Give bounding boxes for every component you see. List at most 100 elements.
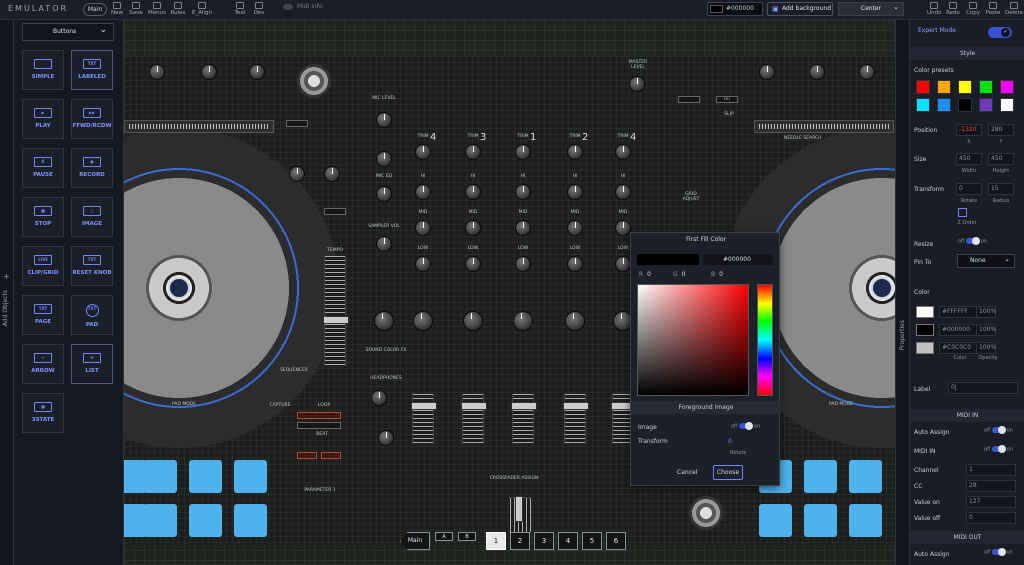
height-input[interactable]: 450 [988, 153, 1014, 165]
performance-pad[interactable] [144, 504, 177, 537]
palette-tile-labeled[interactable]: TXT LABELED [71, 50, 113, 90]
color-preset-swatch[interactable] [1000, 80, 1014, 94]
mic1-knob[interactable] [376, 112, 392, 128]
expert-mode-toggle[interactable] [988, 27, 1012, 38]
cc-input[interactable]: 28 [966, 480, 1016, 492]
cancel-button[interactable]: Cancel [677, 469, 697, 476]
rules-button[interactable]: Rules [170, 2, 186, 19]
active-loop-button[interactable] [297, 422, 341, 429]
undo-button[interactable]: Undo [927, 2, 941, 19]
channel-trim-knob[interactable] [615, 144, 631, 160]
palette-tile-stop[interactable]: ■ STOP [22, 197, 64, 237]
left-needle-search-strip[interactable] [124, 120, 274, 133]
palette-tile-ffwd-rcdw[interactable]: ▶▶ FFWD/RCDW [71, 99, 113, 139]
performance-pad[interactable] [144, 460, 177, 493]
fx1-button[interactable]: FX1 [716, 96, 738, 103]
image-switch[interactable] [739, 422, 754, 430]
auto-beat-loop-button[interactable] [297, 412, 341, 419]
saturation-value-area[interactable] [637, 284, 749, 396]
page-2-button[interactable]: 2 [510, 532, 530, 550]
color-hex-input[interactable]: #FFFFFF [939, 306, 981, 318]
page-b-button[interactable]: B [458, 532, 476, 541]
jog-feeling-knob[interactable] [289, 166, 305, 182]
page-4-button[interactable]: 4 [558, 532, 578, 550]
color-preset-swatch[interactable] [916, 98, 930, 112]
performance-pad[interactable] [189, 504, 222, 537]
delete-button[interactable]: Delete [1005, 2, 1023, 19]
main-page-pill[interactable]: Main [83, 3, 107, 16]
value-off-input[interactable]: 0 [966, 512, 1016, 524]
color-swatch[interactable] [916, 342, 934, 354]
channel-fader[interactable] [461, 394, 487, 444]
channel-mid-knob[interactable] [415, 220, 431, 236]
color-opacity-input[interactable]: 100% [976, 342, 996, 354]
mic2-knob[interactable] [376, 151, 392, 167]
add-background-button[interactable]: Add background [767, 2, 833, 16]
color-swatch[interactable] [916, 324, 934, 336]
channel-hi-knob[interactable] [515, 184, 531, 200]
color-preset-swatch[interactable] [958, 98, 972, 112]
background-color-field[interactable]: #000000 [707, 2, 763, 16]
copy-button[interactable]: Copy [965, 2, 981, 19]
tempo-fader[interactable] [323, 256, 349, 366]
red-value[interactable]: R0 [639, 271, 651, 278]
hue-slider[interactable] [757, 284, 773, 396]
performance-pad[interactable] [804, 504, 837, 537]
position-y-input[interactable]: 280 [988, 124, 1014, 136]
right-needle-search-strip[interactable] [754, 120, 894, 133]
value-on-input[interactable]: 127 [966, 496, 1016, 508]
master-tempo-button[interactable] [324, 208, 346, 215]
radius-input[interactable]: 15 [988, 183, 1014, 195]
channel-mid-knob[interactable] [515, 220, 531, 236]
fx-knob-2[interactable] [201, 64, 217, 80]
channel-hi-knob[interactable] [615, 184, 631, 200]
hex-input[interactable]: #000000 [703, 254, 773, 265]
channel-trim-knob[interactable] [415, 144, 431, 160]
color-opacity-input[interactable]: 100% [976, 306, 996, 318]
right-browse-encoder[interactable] [689, 496, 723, 530]
fx-knob-5[interactable] [809, 64, 825, 80]
palette-tile-reset-knob[interactable]: TXT RESET KNOB [71, 246, 113, 286]
channel-mid-knob[interactable] [567, 220, 583, 236]
deck-mode-button[interactable] [286, 120, 308, 127]
color-preset-swatch[interactable] [979, 80, 993, 94]
rotate-input[interactable]: 0 [728, 438, 732, 445]
channel-mid-knob[interactable] [465, 220, 481, 236]
channel-fader[interactable] [563, 394, 589, 444]
channel-low-knob[interactable] [615, 256, 631, 272]
add-objects-tab[interactable]: + Add Objects [0, 20, 14, 565]
page-3-button[interactable]: 3 [534, 532, 554, 550]
auto-assign-toggle[interactable]: off on [984, 426, 1013, 434]
label-input[interactable]: 0j [948, 382, 1018, 394]
channel-trim-knob[interactable] [567, 144, 583, 160]
channel-hi-knob[interactable] [465, 184, 481, 200]
dev-button[interactable]: Dev [252, 2, 266, 19]
fx-knob-6[interactable] [859, 64, 875, 80]
fx-knob-3[interactable] [249, 64, 265, 80]
channel-fader[interactable] [511, 394, 537, 444]
headphones-level-knob[interactable] [378, 430, 394, 446]
color-preset-swatch[interactable] [916, 80, 930, 94]
page-6-button[interactable]: 6 [606, 532, 626, 550]
browse-encoder[interactable] [297, 64, 331, 98]
shift-button-right[interactable] [678, 96, 700, 103]
midi-in-toggle[interactable]: off on [984, 445, 1013, 453]
mic-eq-knob[interactable] [376, 186, 392, 202]
performance-pad[interactable] [849, 460, 882, 493]
performance-pad[interactable] [759, 504, 792, 537]
page-a-button[interactable]: A [435, 532, 453, 541]
palette-tile-3state[interactable]: ■ 3STATE [22, 393, 64, 433]
color-hex-input[interactable]: #000000 [939, 324, 981, 336]
color-swatch[interactable] [916, 306, 934, 318]
pin-to-select[interactable]: None [957, 253, 1015, 268]
properties-tab[interactable]: Properties [895, 20, 909, 565]
channel-fader-cap[interactable] [461, 402, 487, 410]
channel-filter-knob[interactable] [413, 311, 433, 331]
color-preset-swatch[interactable] [958, 80, 972, 94]
new-button[interactable]: New [111, 2, 123, 19]
channel-filter-knob[interactable] [513, 311, 533, 331]
color-preset-swatch[interactable] [1000, 98, 1014, 112]
category-select[interactable]: Buttons [22, 22, 114, 41]
fx-knob-4[interactable] [759, 64, 775, 80]
channel-fader-cap[interactable] [411, 402, 437, 410]
